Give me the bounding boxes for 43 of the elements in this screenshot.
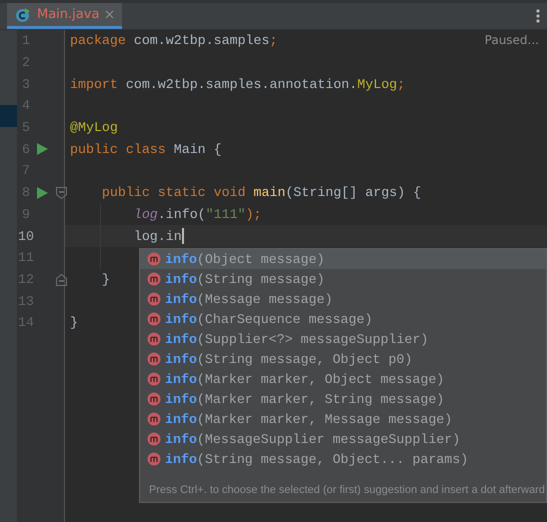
method-icon xyxy=(147,432,161,446)
suggestion-item[interactable]: info(MessageSupplier messageSupplier) xyxy=(140,429,546,449)
code-line: log.info("111"); xyxy=(132,206,262,222)
tree-selection xyxy=(0,105,17,127)
code-line: } xyxy=(70,315,78,330)
fold-icon[interactable] xyxy=(56,186,67,199)
method-icon xyxy=(147,452,161,466)
status-label: Paused... xyxy=(484,33,539,47)
method-icon xyxy=(147,312,161,326)
suggestion-item[interactable]: info(Message message) xyxy=(140,289,546,309)
code-line: public class Main { xyxy=(70,142,222,157)
code-line: import com.w2tbp.samples.annotation.MyLog; xyxy=(70,76,406,92)
code-line: @MyLog xyxy=(70,120,118,136)
code-line: package com.w2tbp.samples; xyxy=(70,33,278,48)
run-icon[interactable] xyxy=(37,186,48,199)
method-icon xyxy=(147,252,161,266)
suggestion-item[interactable]: info(Marker marker, Message message) xyxy=(140,409,546,429)
method-icon xyxy=(147,332,161,346)
code-line: public static void main(String[] args) { xyxy=(100,185,422,200)
suggestion-item[interactable]: info(Marker marker, Object message) xyxy=(140,369,546,389)
fold-icon[interactable] xyxy=(56,274,67,286)
suggestion-item[interactable]: info(String message, Object p0) xyxy=(140,349,546,369)
method-icon xyxy=(147,272,161,286)
file-tab[interactable]: Main.java xyxy=(7,3,122,29)
code-line: } xyxy=(100,272,110,287)
suggestion-item[interactable]: info(String message, Object... params) xyxy=(140,449,546,469)
text-cursor xyxy=(182,228,184,244)
suggestion-item[interactable]: info(CharSequence message) xyxy=(140,309,546,329)
hint-text: Press Ctrl+. to choose the selected (or first) suggestion and insert a dot afterward xyxy=(149,484,545,496)
run-icon[interactable] xyxy=(37,143,48,156)
suggestion-item[interactable]: info(Marker marker, String message) xyxy=(140,389,546,409)
suggestion-item[interactable]: info(String message) xyxy=(140,269,546,289)
method-icon xyxy=(147,292,161,306)
class-icon xyxy=(15,6,31,22)
method-icon xyxy=(147,352,161,366)
code-line: log.in xyxy=(132,228,182,244)
suggestion-item[interactable]: info(Supplier<?> messageSupplier) xyxy=(140,329,546,349)
method-icon xyxy=(147,392,161,406)
method-icon xyxy=(147,412,161,426)
method-icon xyxy=(147,372,161,386)
close-icon[interactable] xyxy=(105,10,114,19)
more-icon[interactable] xyxy=(536,9,540,23)
suggestion-item[interactable]: info(Object message) xyxy=(140,249,546,269)
